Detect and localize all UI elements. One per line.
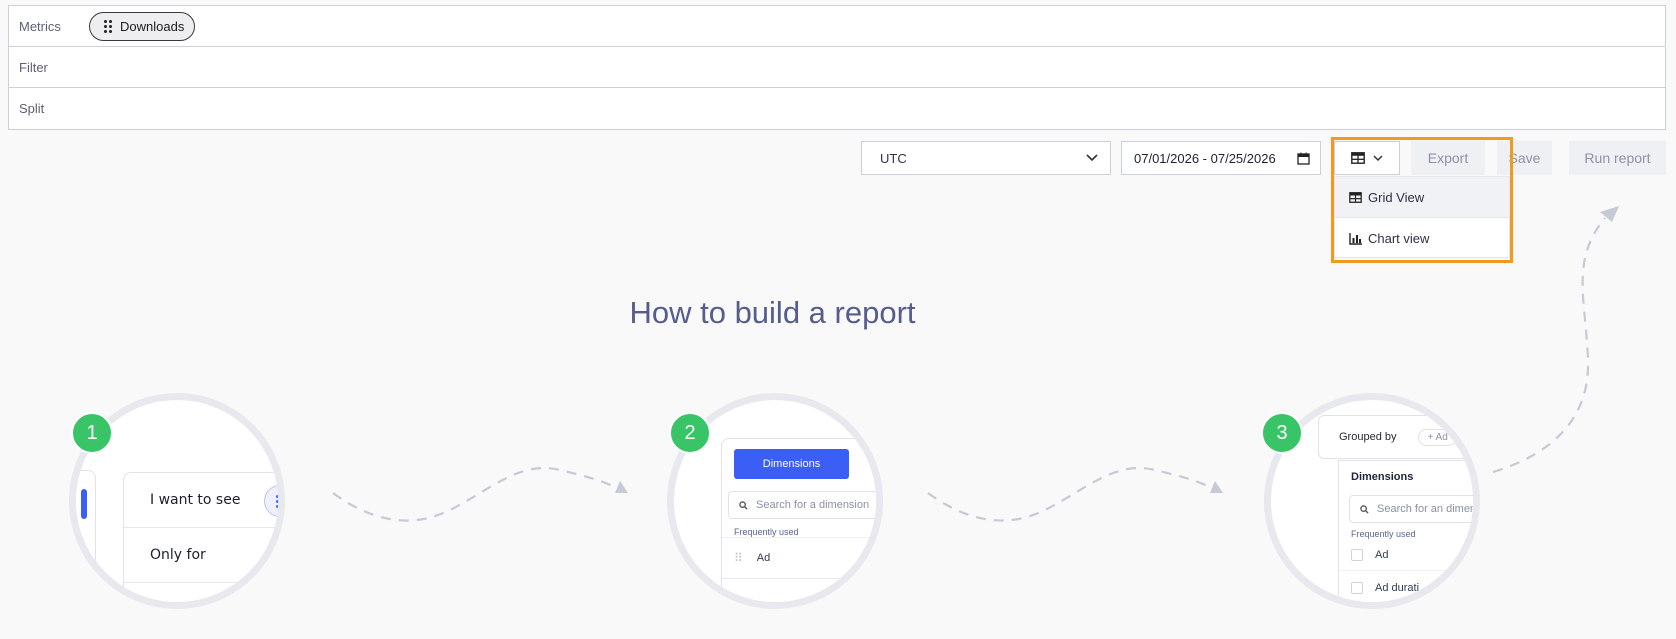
list-item: I want to see	[124, 473, 278, 528]
grouped-by-row: Grouped by + Ad	[1318, 415, 1473, 459]
dimension-search: Search for a dimension	[728, 491, 876, 519]
section-label: Frequently used	[1351, 529, 1416, 539]
search-placeholder: Search for an dimen	[1377, 503, 1477, 515]
checkbox-icon	[1351, 582, 1363, 594]
dimension-panel: Dimensions Search for a dimension Freque…	[721, 438, 876, 602]
list-item: Ad durati	[1339, 573, 1473, 602]
item-label: Ad	[1375, 548, 1389, 561]
query-card: I want to see Only for	[123, 472, 278, 602]
dimensions-tab: Dimensions	[734, 449, 849, 479]
checkbox-icon	[1351, 548, 1363, 561]
dimension-search: Search for an dimen	[1349, 495, 1477, 523]
list-item: Ad	[1339, 539, 1473, 571]
drag-handle-icon: ⠿	[734, 551, 743, 565]
row-label: Only for	[150, 547, 206, 563]
dropdown-title: Dimensions	[1351, 471, 1414, 483]
dimension-dropdown: Dimensions Search for an dimen Frequentl…	[1338, 460, 1477, 602]
search-icon	[739, 500, 748, 510]
step-1-badge: 1	[71, 412, 113, 454]
list-item: Only for	[124, 528, 278, 583]
search-placeholder: Search for a dimension	[756, 499, 870, 511]
add-chip: + Ad	[1418, 428, 1457, 446]
row-label: I want to see	[150, 492, 241, 508]
item-label: Ad	[756, 552, 771, 564]
step-3-badge: 3	[1261, 412, 1303, 454]
accent-bar	[81, 489, 87, 519]
step-2-badge: 2	[669, 412, 711, 454]
search-icon	[1360, 504, 1369, 514]
grouped-label: Grouped by	[1339, 431, 1397, 443]
list-item: ⠿ Ad	[722, 537, 876, 579]
section-label: Frequently used	[734, 527, 799, 537]
item-label: Ad durati	[1375, 582, 1420, 594]
drag-handle-icon	[264, 485, 278, 517]
